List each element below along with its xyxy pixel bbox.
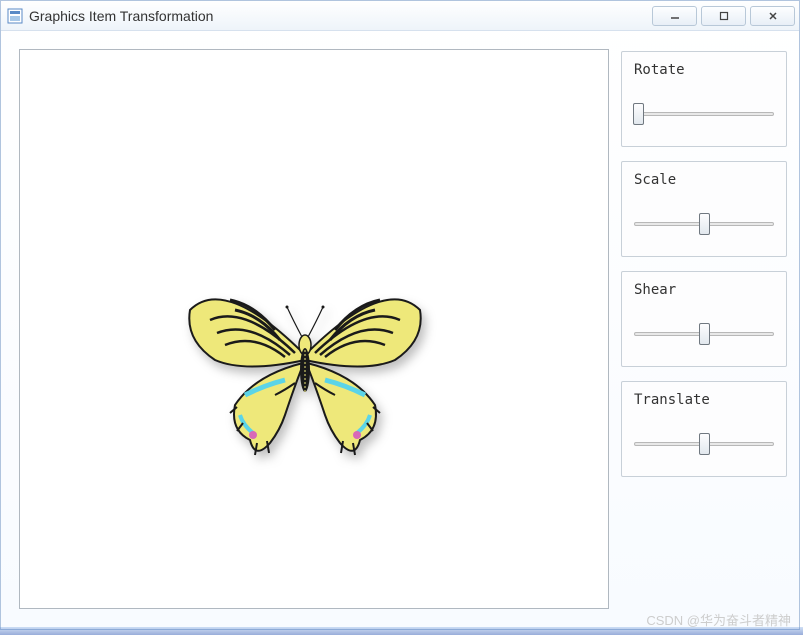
- content-area: Rotate Scale Shear: [1, 31, 799, 629]
- window-title: Graphics Item Transformation: [29, 8, 648, 24]
- rotate-slider[interactable]: [634, 104, 774, 124]
- rotate-thumb[interactable]: [633, 103, 644, 125]
- butterfly-graphic[interactable]: [175, 265, 435, 475]
- slider-rail: [634, 112, 774, 116]
- graphics-canvas[interactable]: [19, 49, 609, 609]
- shear-thumb[interactable]: [699, 323, 710, 345]
- rotate-group: Rotate: [621, 51, 787, 147]
- rotate-label: Rotate: [634, 62, 774, 78]
- translate-group: Translate: [621, 381, 787, 477]
- shear-group: Shear: [621, 271, 787, 367]
- shear-slider[interactable]: [634, 324, 774, 344]
- controls-panel: Rotate Scale Shear: [621, 49, 787, 617]
- scale-slider[interactable]: [634, 214, 774, 234]
- taskbar-edge: [0, 627, 803, 635]
- close-button[interactable]: [750, 6, 795, 26]
- titlebar[interactable]: Graphics Item Transformation: [1, 1, 799, 31]
- window-controls: [648, 6, 795, 26]
- shear-label: Shear: [634, 282, 774, 298]
- scale-group: Scale: [621, 161, 787, 257]
- app-icon: [7, 8, 23, 24]
- translate-thumb[interactable]: [699, 433, 710, 455]
- maximize-button[interactable]: [701, 6, 746, 26]
- translate-label: Translate: [634, 392, 774, 408]
- minimize-button[interactable]: [652, 6, 697, 26]
- translate-slider[interactable]: [634, 434, 774, 454]
- application-window: Graphics Item Transformation: [0, 0, 800, 630]
- scale-label: Scale: [634, 172, 774, 188]
- scale-thumb[interactable]: [699, 213, 710, 235]
